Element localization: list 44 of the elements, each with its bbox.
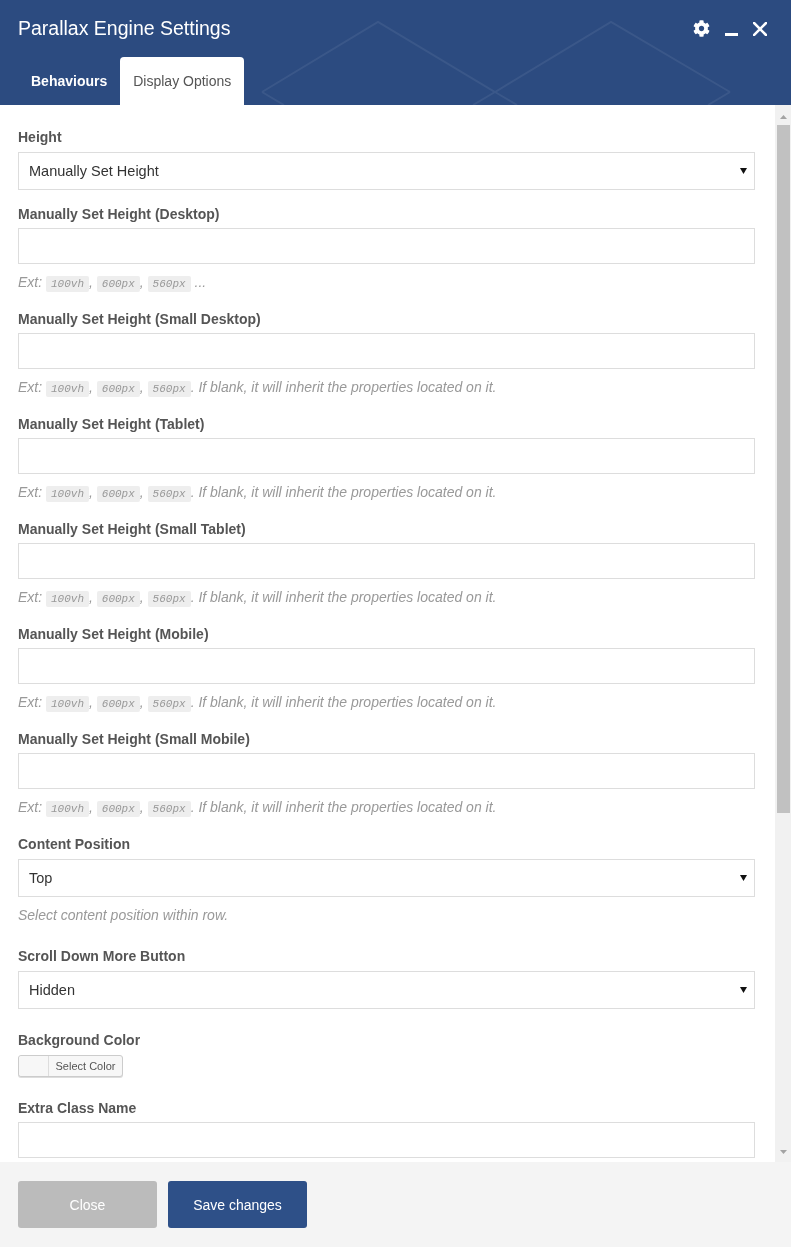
scroll-up-icon[interactable] — [779, 115, 787, 119]
input-field[interactable] — [18, 543, 755, 579]
input-field[interactable] — [18, 648, 755, 684]
field-label: Scroll Down More Button — [18, 947, 186, 966]
field-label: Manually Set Height (Tablet) — [18, 415, 205, 434]
dropdown[interactable]: Top — [18, 859, 755, 897]
field-label: Extra Class Name — [18, 1099, 137, 1118]
scrollbar[interactable] — [775, 105, 791, 1162]
input-field[interactable] — [18, 228, 755, 264]
field-label: Background Color — [18, 1031, 141, 1050]
caret-icon — [740, 875, 747, 881]
field-label: Manually Set Height (Mobile) — [18, 625, 209, 644]
save-button[interactable]: Save changes — [168, 1181, 307, 1228]
select-color-button[interactable]: Select Color — [18, 1055, 123, 1077]
field-label: Manually Set Height (Small Desktop) — [18, 310, 261, 329]
field-label: Height — [18, 128, 62, 147]
caret-icon — [740, 987, 747, 993]
tab[interactable]: Display Options — [120, 57, 245, 105]
help-text: Ext: 100vh , 600px , 560px . If blank, it will inherit the properties located on it. — [18, 693, 497, 714]
help-text: Select content position within row. — [18, 906, 229, 925]
minimize-icon[interactable] — [725, 32, 738, 36]
close-icon[interactable] — [753, 21, 767, 36]
input-field[interactable] — [18, 333, 755, 369]
scrollbar-thumb[interactable] — [776, 125, 790, 813]
help-text: Ext: 100vh , 600px , 560px . If blank, it will inherit the properties located on it. — [18, 588, 497, 609]
settings-icon[interactable] — [693, 20, 710, 37]
tab[interactable]: Behaviours — [18, 57, 121, 105]
field-label: Content Position — [18, 835, 130, 854]
dropdown[interactable]: Hidden — [18, 971, 755, 1009]
caret-icon — [740, 168, 747, 174]
field-label: Manually Set Height (Small Tablet) — [18, 520, 246, 539]
input-field[interactable] — [18, 753, 755, 789]
dropdown[interactable]: Manually Set Height — [18, 152, 755, 190]
field-label: Manually Set Height (Small Mobile) — [18, 730, 250, 749]
help-text: Ext: 100vh , 600px , 560px ... — [18, 273, 207, 294]
input-field[interactable] — [18, 438, 755, 474]
window-title: Parallax Engine Settings — [18, 17, 231, 40]
field-label: Manually Set Height (Desktop) — [18, 205, 220, 224]
help-text: Ext: 100vh , 600px , 560px . If blank, it will inherit the properties located on it. — [18, 798, 497, 819]
color-swatch-icon — [19, 1056, 49, 1076]
scroll-down-icon[interactable] — [779, 1150, 787, 1154]
help-text: Ext: 100vh , 600px , 560px . If blank, it will inherit the properties located on it. — [18, 378, 497, 399]
input-field[interactable] — [18, 1122, 755, 1158]
help-text: Ext: 100vh , 600px , 560px . If blank, it will inherit the properties located on it. — [18, 483, 497, 504]
